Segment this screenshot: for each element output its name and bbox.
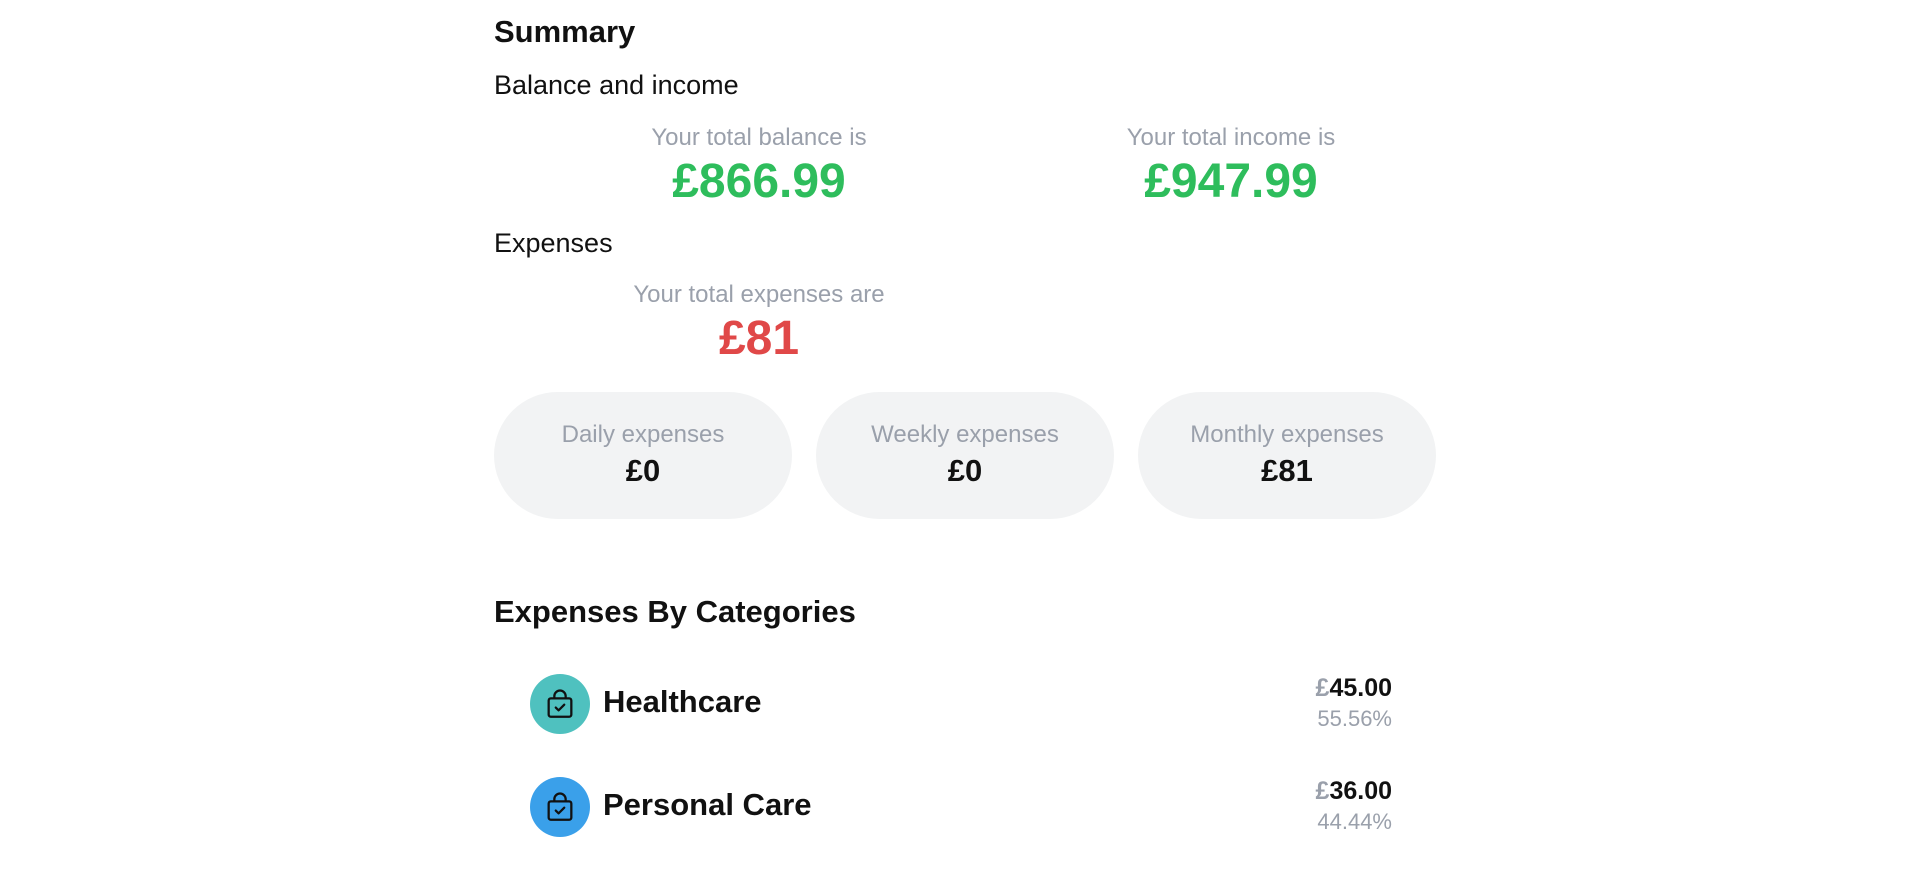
category-amount-value: 45.00 [1329, 674, 1392, 702]
monthly-expenses-value: £81 [1261, 452, 1313, 488]
daily-expenses-value: £0 [625, 452, 661, 488]
category-name: Personal Care [603, 787, 812, 822]
category-percent: 55.56% [1317, 706, 1392, 731]
currency-symbol: £ [1315, 777, 1330, 805]
shopping-bag-check-icon [530, 777, 590, 837]
total-income-value: £947.99 [1144, 155, 1318, 208]
total-balance-stat: Your total balance is £866.99 [594, 123, 924, 211]
expense-period-pills: Daily expenses £0 Weekly expenses £0 Mon… [494, 392, 1436, 519]
monthly-expenses-label: Monthly expenses [1190, 420, 1384, 448]
category-name: Healthcare [603, 684, 762, 719]
category-row-healthcare[interactable]: Healthcare £45.00 55.56% [530, 672, 1392, 736]
total-income-caption: Your total income is [1126, 124, 1336, 151]
total-income-stat: Your total income is £947.99 [1066, 123, 1396, 211]
weekly-expenses-value: £0 [947, 452, 983, 488]
summary-title: Summary [494, 14, 636, 49]
weekly-expenses-pill: Weekly expenses £0 [816, 392, 1114, 519]
category-amount: £36.00 [1316, 775, 1392, 807]
total-balance-value: £866.99 [672, 155, 846, 208]
category-amount: £45.00 [1316, 672, 1392, 704]
expenses-heading: Expenses [494, 228, 613, 258]
daily-expenses-label: Daily expenses [561, 420, 725, 448]
total-expenses-stat: Your total expenses are £81 [574, 280, 944, 368]
category-percent: 44.44% [1317, 809, 1392, 834]
balance-income-heading: Balance and income [494, 70, 739, 100]
total-expenses-value: £81 [718, 312, 800, 365]
category-amount-value: 36.00 [1329, 777, 1392, 805]
total-expenses-caption: Your total expenses are [633, 281, 885, 308]
category-row-personal-care[interactable]: Personal Care £36.00 44.44% [530, 775, 1392, 839]
total-balance-caption: Your total balance is [651, 124, 867, 151]
currency-symbol: £ [1315, 674, 1330, 702]
weekly-expenses-label: Weekly expenses [871, 420, 1059, 448]
daily-expenses-pill: Daily expenses £0 [494, 392, 792, 519]
expenses-by-categories-title: Expenses By Categories [494, 594, 856, 629]
monthly-expenses-pill: Monthly expenses £81 [1138, 392, 1436, 519]
shopping-bag-check-icon [530, 674, 590, 734]
